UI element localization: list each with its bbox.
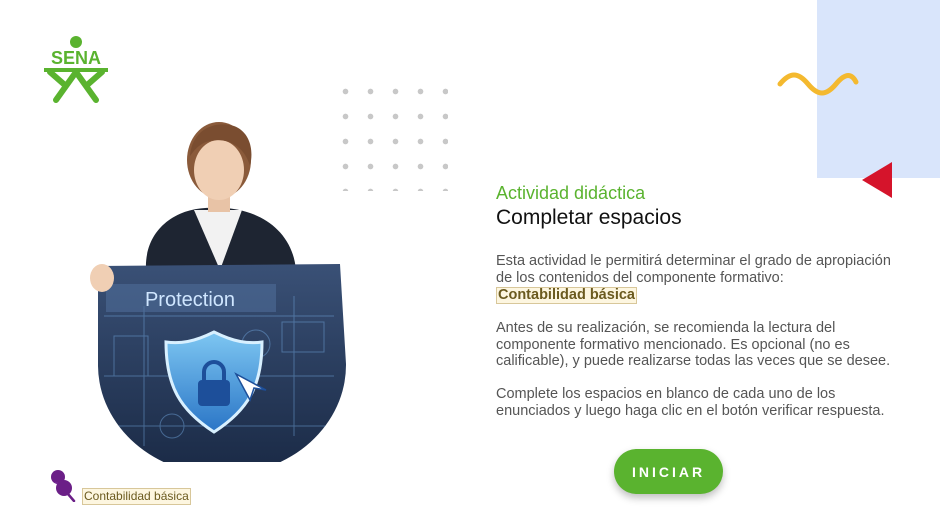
sena-logo: SENA [44,36,108,103]
logo-text: SENA [51,48,101,68]
activity-kicker: Actividad didáctica [496,183,646,203]
start-button[interactable]: INICIAR [614,449,723,494]
wave-decoration [777,72,859,96]
instructions-paragraph: Complete los espacios en blanco de cada … [496,385,885,419]
intro-text: Esta actividad le permitirá determinar e… [496,253,891,286]
pushpin-icon [51,470,76,502]
protection-label: Protection [145,289,235,311]
intro-paragraph: Esta actividad le permitirá determinar e… [496,253,896,305]
hero-illustration: Protection [90,122,347,462]
activity-title: Completar espacios [496,206,682,229]
recommendation-paragraph: Antes de su realización, se recomienda l… [496,320,891,370]
component-name-highlight: Contabilidad básica [496,287,637,305]
footer-component-tag: Contabilidad básica [82,488,191,505]
activity-panel: Actividad didáctica Completar espacios E… [496,182,896,419]
